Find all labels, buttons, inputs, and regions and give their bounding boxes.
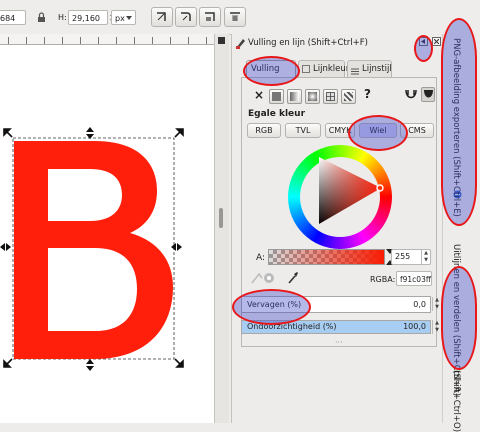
opacity-value: 100,0 — [403, 322, 426, 331]
mesh-gradient-button[interactable] — [323, 89, 338, 104]
height-value: 29,160 — [72, 14, 100, 23]
highlight-wheel-subtab — [348, 115, 408, 151]
linear-gradient-icon — [290, 92, 299, 101]
close-dialog-button[interactable] — [432, 37, 441, 46]
dock-handle-icon[interactable] — [218, 37, 225, 44]
radial-gradient-button[interactable] — [305, 89, 320, 104]
fill-rule-nonzero-button[interactable] — [421, 87, 435, 102]
flat-color-button[interactable] — [269, 89, 284, 104]
scale-corners-button[interactable] — [175, 7, 197, 27]
letter-b-shape[interactable] — [14, 141, 173, 359]
h-label: H: — [58, 13, 67, 22]
stroke-style-icon — [351, 65, 359, 82]
x-value: 684 — [0, 14, 16, 23]
highlight-fill-tab — [243, 56, 300, 86]
more-handle[interactable]: ··· — [335, 338, 343, 347]
alpha-value: 255 — [395, 252, 411, 261]
scale-gradient-icon — [205, 12, 215, 21]
section-label: Egale kleur — [248, 109, 306, 119]
close-icon — [434, 39, 439, 44]
rgba-input[interactable]: f91c03ff — [396, 271, 432, 286]
scrollbar-thumb[interactable] — [219, 208, 223, 228]
tab-stroke-paint[interactable]: Lijnkleur — [298, 60, 349, 77]
horizontal-ruler — [0, 34, 214, 45]
pattern-icon — [344, 92, 353, 101]
fill-rule-nonzero-icon — [424, 90, 433, 98]
tab-stroke-style-label: Lijnstijl — [362, 64, 392, 74]
subtab-rgb[interactable]: RGB — [247, 123, 281, 138]
color-managed-icon — [251, 272, 275, 287]
scale-stroke-icon — [157, 12, 166, 21]
alpha-spinner[interactable]: ▲ ▼ — [421, 250, 430, 264]
no-paint-button[interactable]: × — [254, 88, 264, 102]
subtab-rgb-label: RGB — [255, 126, 273, 135]
blend-value: 0,0 — [413, 300, 426, 309]
unit-select[interactable]: px — [111, 10, 136, 25]
blend-spinner[interactable]: ▲ ▼ — [432, 297, 441, 311]
scale-pattern-button[interactable] — [224, 7, 246, 27]
highlight-align-distribute — [441, 266, 477, 370]
fill-stroke-icon — [235, 37, 247, 52]
mesh-gradient-icon — [326, 92, 335, 101]
unset-paint-button[interactable]: ? — [364, 87, 371, 101]
rgba-value: f91c03ff — [400, 275, 432, 284]
scale-gradient-button[interactable] — [199, 7, 221, 27]
linear-gradient-button[interactable] — [287, 89, 302, 104]
radial-gradient-icon — [308, 92, 317, 101]
scale-stroke-button[interactable] — [151, 7, 173, 27]
scale-corners-icon — [181, 12, 191, 21]
tab-stroke-style[interactable]: Lijnstijl — [347, 60, 392, 77]
color-picker-icon[interactable] — [288, 271, 299, 287]
dialog-title: Vulling en lijn (Shift+Ctrl+F) — [248, 38, 368, 48]
alpha-label: A: — [256, 253, 266, 263]
highlight-export-png — [441, 18, 477, 226]
flat-color-icon — [272, 92, 281, 101]
alpha-input[interactable]: 255 ▲ ▼ — [391, 249, 431, 265]
fill-rule-evenodd-icon[interactable] — [405, 88, 417, 104]
height-field[interactable]: 29,160 — [68, 10, 108, 25]
unit-value: px — [115, 14, 125, 23]
highlight-blend — [232, 289, 311, 325]
opacity-spinner[interactable]: ▲ ▼ — [432, 320, 441, 334]
scale-pattern-icon — [230, 12, 240, 21]
alpha-slider[interactable] — [268, 249, 385, 265]
color-wheel[interactable] — [288, 145, 392, 249]
tab-stroke-paint-label: Lijnkleur — [313, 64, 350, 74]
tool-controls-bar: 684 H: 29,160 px — [0, 0, 480, 35]
subtab-hsl[interactable]: TVL — [285, 123, 321, 138]
highlight-iconify-button — [414, 35, 433, 62]
drawing-canvas[interactable] — [0, 45, 214, 423]
rgba-label: RGBA: — [370, 275, 396, 284]
x-field[interactable]: 684 — [0, 10, 26, 25]
lock-icon[interactable] — [37, 12, 46, 26]
stroke-paint-icon — [302, 65, 310, 73]
pattern-button[interactable] — [341, 89, 356, 104]
canvas-vertical-scrollbar[interactable] — [214, 34, 229, 423]
subtab-hsl-label: TVL — [295, 126, 311, 135]
subtab-cms-label: CMS — [408, 126, 426, 135]
